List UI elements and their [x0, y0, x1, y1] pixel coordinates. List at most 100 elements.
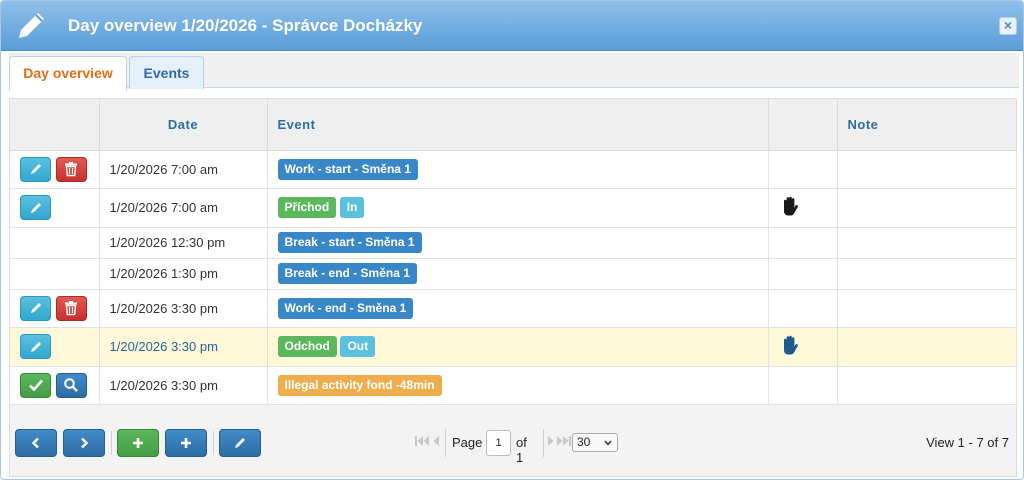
row-actions	[10, 366, 100, 405]
chevron-down-icon	[604, 440, 612, 446]
toolbar-separator	[213, 431, 214, 455]
window-title: Day overview 1/20/2026 - Správce Docházk…	[68, 16, 423, 35]
tab-day-overview[interactable]: Day overview	[9, 56, 127, 90]
pencil-icon	[30, 303, 41, 313]
hand-icon	[779, 195, 801, 217]
next-button[interactable]	[63, 429, 105, 457]
table-row-highlighted[interactable]: 1/20/2026 3:30 pm Odchod Out	[10, 327, 1017, 367]
column-header-event[interactable]: Event	[267, 99, 769, 151]
column-header-date[interactable]: Date	[99, 99, 268, 151]
table-row[interactable]: 1/20/2026 3:30 pm Illegal activity fond …	[10, 366, 1017, 405]
event-label: Break - start - Směna 1	[277, 232, 422, 253]
table-row[interactable]: 1/20/2026 1:30 pm Break - end - Směna 1	[10, 258, 1017, 290]
hand-icon	[779, 334, 801, 356]
search-button[interactable]	[55, 372, 87, 398]
event-cell: Break - end - Směna 1	[267, 258, 769, 290]
event-label: Příchod	[277, 197, 337, 218]
check-icon	[28, 379, 43, 392]
add-button[interactable]	[117, 429, 159, 457]
page-of-label: of 1	[516, 435, 527, 465]
plus-icon	[133, 438, 143, 448]
hand-cell	[768, 366, 838, 405]
note-cell	[837, 366, 1017, 405]
first-page-icon[interactable]	[414, 434, 430, 451]
event-label: Odchod	[277, 336, 337, 357]
note-cell	[837, 258, 1017, 290]
edit-day-button[interactable]	[219, 429, 261, 457]
event-label: Illegal activity fond -48min	[277, 374, 442, 396]
row-actions	[10, 150, 100, 189]
table-row[interactable]: 1/20/2026 3:30 pm Work - end - Směna 1	[10, 289, 1017, 328]
prev-page-icon[interactable]	[431, 434, 441, 451]
note-cell	[837, 188, 1017, 228]
note-cell	[837, 289, 1017, 328]
note-cell	[837, 150, 1017, 189]
hand-cell	[768, 227, 838, 259]
pencil-icon	[30, 202, 41, 213]
hand-cell	[768, 150, 838, 189]
date-cell: 1/20/2026 3:30 pm	[99, 327, 268, 367]
event-label: Work - end - Směna 1	[277, 297, 414, 319]
column-header-hand	[768, 99, 838, 151]
tab-bar: Day overview Events	[9, 53, 1019, 90]
grid-footer: Page 1 of 1 30 View 1 - 7 of 7	[9, 405, 1017, 477]
edit-button[interactable]	[20, 334, 51, 359]
pencil-icon	[30, 164, 41, 174]
rows-per-page-select[interactable]: 30	[572, 433, 618, 452]
event-cell: Break - start - Směna 1	[267, 227, 769, 259]
pager-separator	[445, 429, 446, 457]
page-label: Page	[452, 435, 483, 450]
page-input[interactable]: 1	[486, 430, 511, 456]
trash-icon	[65, 162, 78, 177]
add-event-button[interactable]	[165, 429, 207, 457]
last-page-icon[interactable]	[556, 434, 572, 451]
close-button[interactable]: ×	[999, 17, 1017, 35]
tab-events[interactable]: Events	[129, 56, 204, 89]
event-label: Break - end - Směna 1	[277, 263, 417, 284]
edit-button[interactable]	[20, 295, 51, 321]
trash-icon	[65, 301, 78, 316]
event-cell: Illegal activity fond -48min	[267, 366, 769, 405]
day-overview-dialog: Day overview 1/20/2026 - Správce Docházk…	[0, 0, 1024, 480]
row-actions	[10, 258, 100, 290]
edit-button[interactable]	[20, 195, 51, 220]
pencil-icon	[30, 341, 41, 352]
event-label: Work - start - Směna 1	[277, 158, 418, 180]
table-row[interactable]: 1/20/2026 7:00 am Příchod In	[10, 188, 1017, 228]
rows-per-page-value: 30	[577, 435, 591, 449]
next-page-icon[interactable]	[546, 434, 556, 451]
chevron-right-icon	[81, 437, 89, 449]
table-row[interactable]: 1/20/2026 12:30 pm Break - start - Směna…	[10, 227, 1017, 259]
previous-button[interactable]	[15, 429, 57, 457]
approve-button[interactable]	[20, 372, 51, 398]
row-actions	[10, 289, 100, 328]
date-cell: 1/20/2026 7:00 am	[99, 188, 268, 228]
column-header-note[interactable]: Note	[837, 99, 1017, 151]
event-cell: Work - start - Směna 1	[267, 150, 769, 189]
date-cell: 1/20/2026 7:00 am	[99, 150, 268, 189]
direction-label: Out	[340, 336, 376, 357]
edit-button[interactable]	[20, 156, 51, 182]
event-cell: Příchod In	[267, 188, 769, 228]
pager-separator	[543, 429, 544, 457]
direction-label: In	[339, 197, 365, 218]
event-cell: Work - end - Směna 1	[267, 289, 769, 328]
row-actions	[10, 227, 100, 259]
note-cell	[837, 227, 1017, 259]
delete-button[interactable]	[55, 295, 87, 321]
date-cell: 1/20/2026 12:30 pm	[99, 227, 268, 259]
hand-cell	[768, 289, 838, 328]
table-row[interactable]: 1/20/2026 7:00 am Work - start - Směna 1	[10, 150, 1017, 189]
plus-icon	[181, 438, 191, 448]
pencil-icon	[235, 438, 245, 448]
column-header-actions	[10, 99, 100, 151]
title-bar[interactable]: Day overview 1/20/2026 - Správce Docházk…	[1, 1, 1023, 51]
events-grid: Date Event Note 1/20/2026 7:00 am Work -…	[9, 98, 1017, 406]
date-cell: 1/20/2026 3:30 pm	[99, 289, 268, 328]
note-cell	[837, 327, 1017, 367]
hand-cell	[768, 258, 838, 290]
row-actions	[10, 327, 100, 367]
search-icon	[64, 378, 78, 392]
delete-button[interactable]	[55, 156, 87, 182]
pencil-icon	[13, 8, 49, 44]
